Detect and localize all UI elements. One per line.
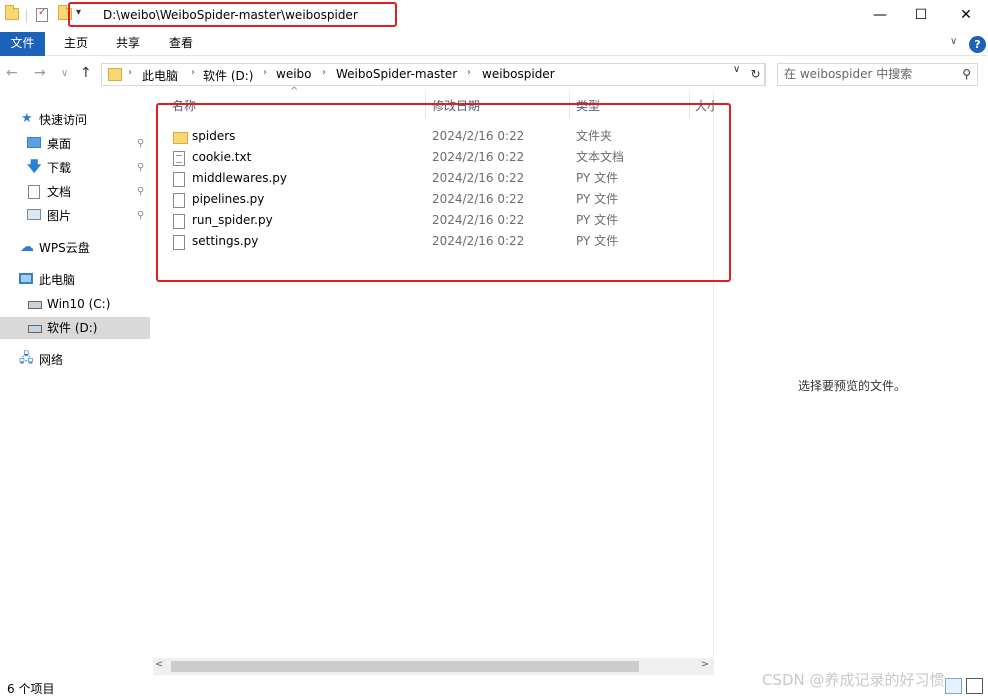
breadcrumb-weibo[interactable]: weibo: [276, 67, 312, 81]
breadcrumb-separator[interactable]: ›: [191, 67, 195, 78]
desktop-icon: [27, 137, 41, 148]
breadcrumb-separator[interactable]: ›: [322, 67, 326, 78]
sidebar-item-label: 网络: [39, 353, 64, 367]
pin-icon[interactable]: ⚲: [137, 205, 144, 227]
title-bar: ▾ D:\weibo\WeiboSpider-master\weibospide…: [0, 0, 988, 32]
scrollbar-thumb[interactable]: [171, 661, 639, 672]
breadcrumb-separator[interactable]: ›: [467, 67, 471, 78]
sidebar-item-network[interactable]: 🖧 网络: [0, 349, 150, 371]
maximize-button[interactable]: ☐: [898, 0, 944, 30]
search-icon[interactable]: ⚲: [962, 67, 971, 81]
sidebar-item-drive-d[interactable]: 软件 (D:): [0, 317, 150, 339]
recent-locations-chevron-icon[interactable]: ∨: [61, 68, 68, 79]
sort-ascending-icon: ^: [290, 86, 299, 97]
tab-file[interactable]: 文件: [0, 32, 45, 56]
sidebar-item-label: 快速访问: [39, 113, 88, 127]
breadcrumb-drive-d[interactable]: 软件 (D:): [203, 67, 253, 84]
annotation-box-title: [68, 2, 397, 27]
folder-icon[interactable]: [5, 5, 19, 20]
sidebar-item-label: 文档: [47, 185, 72, 199]
folder-icon: [108, 68, 122, 81]
close-button[interactable]: ✕: [943, 0, 988, 30]
sidebar-item-label: 图片: [47, 209, 72, 223]
forward-button[interactable]: →: [34, 65, 46, 81]
sidebar-item-quick-access[interactable]: ★ 快速访问: [0, 109, 150, 131]
sidebar-item-label: 桌面: [47, 137, 72, 151]
tab-view[interactable]: 查看: [157, 32, 205, 56]
sidebar-item-label: 此电脑: [39, 273, 76, 287]
sidebar-item-label: 下载: [47, 161, 72, 175]
download-icon: 🡇: [27, 159, 42, 175]
back-button[interactable]: ←: [6, 65, 18, 81]
annotation-box-file-list: [156, 103, 731, 282]
scroll-right-button[interactable]: >: [701, 659, 709, 670]
help-icon[interactable]: ?: [969, 36, 986, 53]
breadcrumb-weibospider[interactable]: weibospider: [482, 67, 555, 81]
search-box[interactable]: ⚲: [777, 63, 978, 86]
breadcrumb-weibospider-master[interactable]: WeiboSpider-master: [336, 67, 457, 81]
breadcrumb-separator[interactable]: ›: [263, 67, 267, 78]
scroll-left-button[interactable]: <: [155, 659, 163, 670]
network-icon: 🖧: [19, 351, 34, 366]
properties-icon[interactable]: [36, 7, 48, 22]
toolbar-divider: [26, 10, 27, 22]
sidebar-item-downloads[interactable]: 🡇 下载 ⚲: [0, 157, 150, 179]
address-dropdown-chevron-icon[interactable]: ∨: [733, 64, 740, 75]
ribbon-tabs: 文件 主页 共享 查看 ∨: [0, 32, 988, 56]
cloud-icon: ☁: [20, 239, 34, 255]
breadcrumb-separator[interactable]: ›: [128, 67, 132, 78]
minimize-button[interactable]: —: [857, 0, 903, 30]
document-icon: [28, 185, 40, 199]
address-bar[interactable]: › 此电脑 › 软件 (D:) › weibo › WeiboSpider-ma…: [101, 63, 766, 86]
ribbon-expand-chevron-icon[interactable]: ∨: [950, 36, 957, 47]
tab-share[interactable]: 共享: [104, 32, 152, 56]
tab-home[interactable]: 主页: [52, 32, 100, 56]
sidebar-item-drive-c[interactable]: Win10 (C:): [0, 293, 150, 315]
drive-icon: [28, 301, 42, 309]
sidebar-item-label: Win10 (C:): [47, 297, 111, 311]
navigation-pane: ★ 快速访问 桌面 ⚲ 🡇 下载 ⚲ 文档 ⚲ 图片 ⚲ ☁ WPS云盘 此电脑…: [0, 104, 152, 664]
breadcrumb-this-pc[interactable]: 此电脑: [142, 67, 178, 84]
refresh-button[interactable]: ↻: [747, 63, 765, 86]
sidebar-item-label: 软件 (D:): [47, 321, 98, 335]
search-input[interactable]: [784, 67, 954, 81]
preview-pane-message: 选择要预览的文件。: [798, 379, 907, 393]
details-view-icon[interactable]: [945, 678, 962, 694]
sidebar-item-label: WPS云盘: [39, 241, 90, 255]
pin-icon[interactable]: ⚲: [137, 181, 144, 203]
navigation-bar: ← → ∨ ↑ › 此电脑 › 软件 (D:) › weibo › WeiboS…: [0, 60, 988, 90]
pin-icon[interactable]: ⚲: [137, 133, 144, 155]
horizontal-scrollbar[interactable]: < >: [153, 658, 714, 675]
drive-icon: [28, 325, 42, 333]
pin-icon[interactable]: ⚲: [137, 157, 144, 179]
item-count: 6 个项目: [7, 682, 55, 696]
sidebar-item-documents[interactable]: 文档 ⚲: [0, 181, 150, 203]
computer-icon: [19, 273, 33, 284]
pictures-icon: [27, 209, 41, 220]
watermark-text: CSDN @养成记录的好习惯: [762, 671, 945, 689]
sidebar-item-wps-cloud[interactable]: ☁ WPS云盘: [0, 237, 150, 259]
large-icons-view-icon[interactable]: [966, 678, 983, 694]
star-icon: ★: [21, 111, 33, 126]
sidebar-item-pictures[interactable]: 图片 ⚲: [0, 205, 150, 227]
sidebar-item-this-pc[interactable]: 此电脑: [0, 269, 150, 291]
sidebar-item-desktop[interactable]: 桌面 ⚲: [0, 133, 150, 155]
up-button[interactable]: ↑: [80, 65, 92, 81]
